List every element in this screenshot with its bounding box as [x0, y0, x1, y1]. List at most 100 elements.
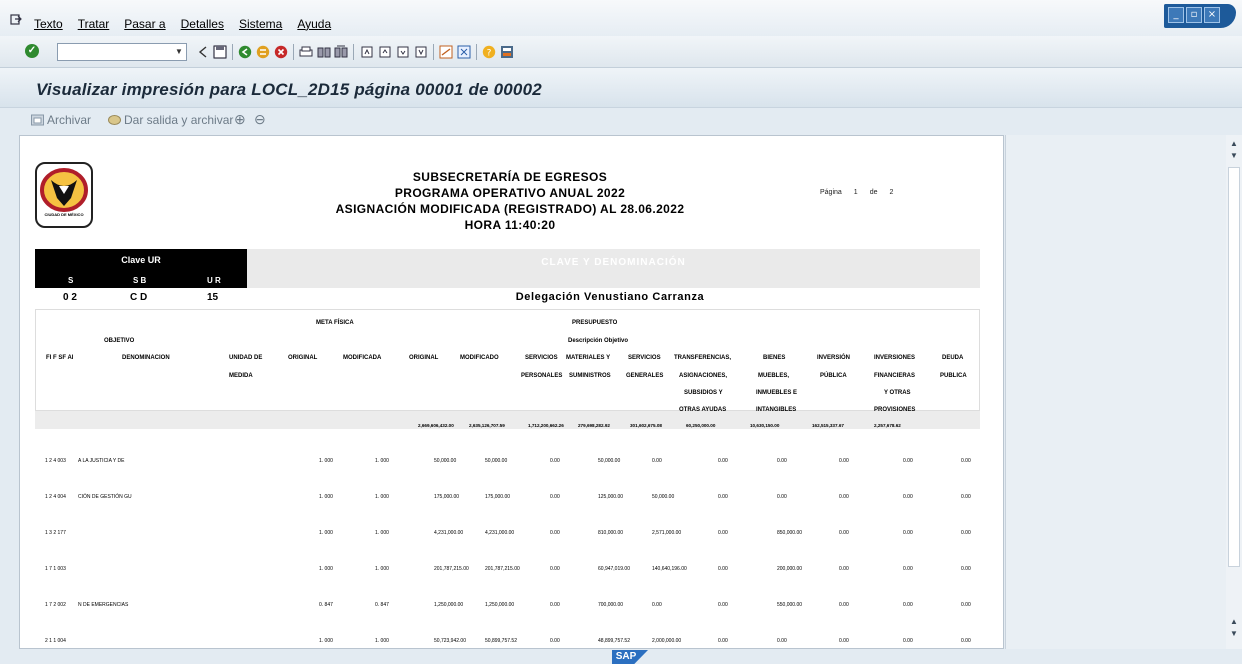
- scroll-up-icon[interactable]: ▲: [1230, 617, 1238, 626]
- shortcut-icon[interactable]: [457, 45, 471, 59]
- cancel-icon[interactable]: [274, 45, 288, 59]
- col-transferencias-2: ASIGNACIONES,: [679, 373, 728, 379]
- total-inversion-publica: 162,515,337.67: [812, 423, 844, 428]
- row-meta-modificada: 1. 000: [375, 494, 389, 500]
- archive-label: Archivar: [47, 113, 92, 127]
- clave-denominacion-label: CLAVE Y DENOMINACIÓN: [541, 257, 686, 268]
- total-servicios-generales: 301,602,675.08: [630, 423, 662, 428]
- row-meta-modificada: 1. 000: [375, 566, 389, 572]
- save-icon[interactable]: [213, 45, 227, 59]
- find-icon[interactable]: [317, 45, 331, 59]
- output-archive-label: Dar salida y archivar: [124, 113, 234, 127]
- zoom-out-icon[interactable]: ⊖: [254, 111, 266, 128]
- menu-toggle-icon[interactable]: [10, 14, 22, 26]
- svg-text:?: ?: [487, 49, 492, 59]
- menu-sistema[interactable]: Sistema: [239, 17, 282, 31]
- row-value: 0.00: [718, 602, 728, 608]
- row-meta-original: 1. 000: [319, 458, 333, 464]
- row-value: 0.00: [903, 566, 913, 572]
- archive-button[interactable]: Archivar: [31, 113, 91, 127]
- row-value: 0.00: [961, 602, 971, 608]
- chevron-down-icon[interactable]: ▼: [172, 44, 186, 60]
- row-value: 200,000.00: [777, 566, 803, 572]
- row-meta-modificada: 1. 000: [375, 638, 389, 644]
- restore-button[interactable]: ▫: [1186, 7, 1202, 23]
- row-value: 50,000.00: [434, 458, 457, 464]
- create-session-icon[interactable]: [439, 45, 453, 59]
- menu-texto[interactable]: Texto: [34, 17, 63, 31]
- minimize-button[interactable]: _: [1168, 7, 1184, 23]
- row-meta-original: 1. 000: [319, 638, 333, 644]
- print-icon[interactable]: [299, 45, 313, 59]
- zoom-in-icon[interactable]: ⊕: [234, 111, 246, 128]
- col-transferencias-3: SUBSIDIOS Y: [684, 390, 723, 396]
- row-value: 50,000.00: [652, 494, 675, 500]
- find-next-icon[interactable]: [334, 45, 348, 59]
- command-field[interactable]: ▼: [57, 43, 187, 61]
- col-deuda-publica: DEUDA: [942, 355, 964, 361]
- menu-bar: Texto Tratar Pasar a Detalles Sistema Ay…: [0, 0, 1242, 36]
- col-modificado-presupuesto: MODIFICADO: [460, 355, 499, 361]
- row-value: 125,000.00: [598, 494, 624, 500]
- vertical-scrollbar[interactable]: ▲ ▼ ▲ ▼: [1226, 135, 1242, 649]
- page-total: 2: [889, 189, 894, 196]
- window-controls: _ ▫ ×: [1164, 4, 1236, 28]
- scroll-up-icon[interactable]: ▲: [1230, 139, 1238, 148]
- col-original-presupuesto: ORIGINAL: [409, 355, 439, 361]
- logo-text: CIUDAD DE MÉXICO: [44, 212, 84, 217]
- screen-title-bar: Visualizar impresión para LOCL_2D15 pági…: [0, 68, 1242, 108]
- s-sb-ur-header: S S B U R: [35, 269, 247, 288]
- first-page-icon[interactable]: [360, 45, 374, 59]
- row-value: 550,000.00: [777, 602, 803, 608]
- row-value: 0.00: [961, 638, 971, 644]
- row-value: 0.00: [839, 566, 849, 572]
- menu-detalles[interactable]: Detalles: [181, 17, 224, 31]
- menu-tratar[interactable]: Tratar: [78, 17, 110, 31]
- row-value: 175,000.00: [485, 494, 511, 500]
- scrollbar-thumb[interactable]: [1228, 167, 1240, 567]
- total-original: 2,669,606,432.00: [418, 423, 454, 428]
- help-icon[interactable]: ?: [482, 45, 496, 59]
- table-row: 1 2 4 003 A LA JUSTICIA Y DE 1. 000 1. 000 5…: [35, 458, 980, 470]
- output-archive-button[interactable]: Dar salida y archivar: [108, 113, 233, 127]
- layout-menu-icon[interactable]: [500, 45, 514, 59]
- report-header-line3: ASIGNACIÓN MODIFICADA (REGISTRADO) AL 28…: [335, 202, 685, 216]
- sb-header: S B: [133, 276, 147, 285]
- next-page-icon[interactable]: [396, 45, 410, 59]
- row-value: 0.00: [718, 494, 728, 500]
- menu-pasar-a[interactable]: Pasar a: [124, 17, 165, 31]
- scroll-down-icon[interactable]: ▼: [1230, 629, 1238, 638]
- s-value: 0 2: [63, 292, 77, 303]
- previous-page-icon[interactable]: [378, 45, 392, 59]
- row-value: 0.00: [903, 494, 913, 500]
- row-meta-original: 1. 000: [319, 566, 333, 572]
- row-value: 50,000.00: [485, 458, 508, 464]
- system-toolbar: ✓ ▼ ?: [0, 36, 1242, 68]
- row-value: 60,947,019.00: [598, 566, 630, 572]
- col-materiales: MATERIALES Y: [566, 355, 611, 361]
- page-number: 1: [853, 189, 858, 196]
- print-preview-area[interactable]: CIUDAD DE MÉXICO SUBSECRETARÍA DE EGRESO…: [19, 135, 1004, 649]
- row-value: 0.00: [718, 530, 728, 536]
- last-page-icon[interactable]: [414, 45, 428, 59]
- col-transferencias: TRANSFERENCIAS,: [674, 355, 732, 361]
- exit-icon[interactable]: [256, 45, 270, 59]
- row-value: 0.00: [550, 638, 560, 644]
- menu-ayuda[interactable]: Ayuda: [297, 17, 331, 31]
- back-icon[interactable]: [238, 45, 252, 59]
- row-value: 0.00: [718, 458, 728, 464]
- row-value: 0.00: [839, 638, 849, 644]
- row-denominacion: A LA JUSTICIA Y DE: [78, 458, 125, 464]
- col-servicios-generales-2: GENERALES: [626, 373, 664, 379]
- close-button[interactable]: ×: [1204, 7, 1220, 23]
- scroll-down-icon[interactable]: ▼: [1230, 151, 1238, 160]
- back-arrow-icon[interactable]: [196, 45, 210, 59]
- row-value: 810,000.00: [598, 530, 624, 536]
- table-row: 1 2 4 004 CIÓN DE GESTIÓN GU 1. 000 1. 000 1…: [35, 494, 980, 506]
- row-code: 1 7 2 002: [45, 602, 66, 608]
- row-value: 50,899,757.52: [485, 638, 517, 644]
- enter-icon[interactable]: ✓: [25, 44, 39, 58]
- row-value: 0.00: [550, 494, 560, 500]
- report-header-line2: PROGRAMA OPERATIVO ANUAL 2022: [394, 186, 626, 200]
- row-value: 0.00: [550, 530, 560, 536]
